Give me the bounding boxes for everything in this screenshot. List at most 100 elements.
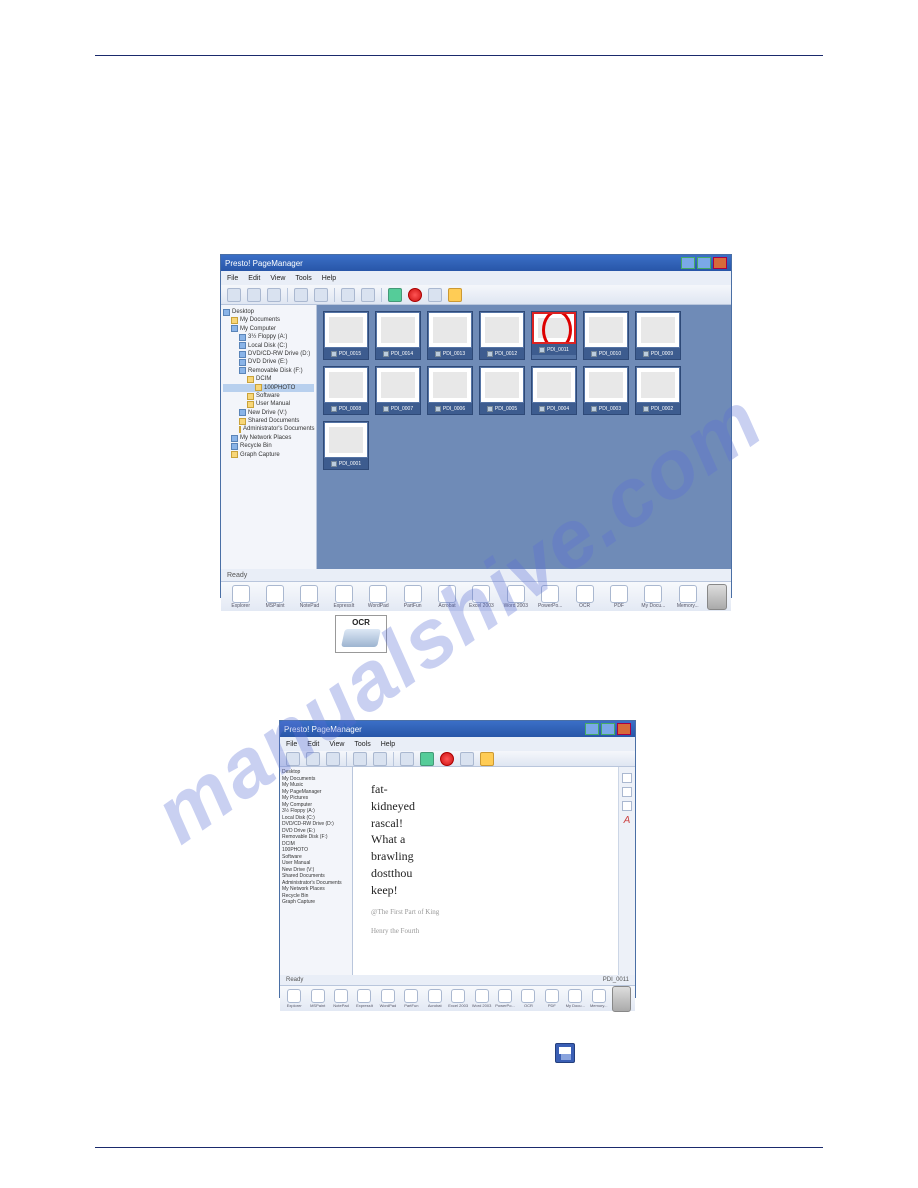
export-icon[interactable] [388,288,402,302]
app-button[interactable]: OCR [569,585,600,609]
tree-node[interactable]: User Manual [223,400,314,408]
app-button[interactable]: NotePad [331,989,351,1008]
close-button[interactable] [617,723,631,735]
tree-node[interactable]: New Drive (V:) [223,409,314,417]
app-button[interactable]: Memory... [672,585,703,609]
tree-node[interactable]: Local Disk (C:) [223,342,314,350]
help-icon[interactable] [448,288,462,302]
menu-tools[interactable]: Tools [354,741,370,748]
tree-node[interactable]: My Documents [223,316,314,324]
folder-tree[interactable]: DesktopMy DocumentsMy MusicMy PageManage… [280,767,353,975]
hand-tool-icon[interactable] [622,801,632,811]
app-button[interactable]: Acrobat [431,585,462,609]
menu-view[interactable]: View [270,275,285,282]
record-icon[interactable] [440,752,454,766]
thumbnail[interactable]: PDI_0009 [635,311,681,360]
app-button[interactable]: My Docu... [565,989,585,1008]
app-button[interactable]: WordPad [363,585,394,609]
thumbnail[interactable]: PDI_0007 [375,366,421,415]
select-tool-icon[interactable] [622,787,632,797]
help-icon[interactable] [480,752,494,766]
app-button[interactable]: ExpressIt [354,989,374,1008]
export-icon[interactable] [420,752,434,766]
app-button[interactable]: MSPaint [307,989,327,1008]
arrow-tool-icon[interactable] [622,773,632,783]
print-icon[interactable] [460,752,474,766]
tree-node[interactable]: Shared Documents [223,417,314,425]
thumbnail[interactable]: PDI_0005 [479,366,525,415]
minimize-button[interactable] [585,723,599,735]
app-button[interactable]: Memory... [588,989,608,1008]
app-button[interactable]: My Docu... [638,585,669,609]
tree-node[interactable]: 100PHOTO [223,384,314,392]
thumbnail[interactable]: PDI_0001 [323,421,369,470]
menu-help[interactable]: Help [322,275,336,282]
rotate-icon[interactable] [400,752,414,766]
maximize-button[interactable] [697,257,711,269]
scan-icon[interactable] [306,752,320,766]
tree-node[interactable]: DVD/CD-RW Drive (D:) [223,350,314,358]
tree-node[interactable]: Recycle Bin [223,442,314,450]
acquire-icon[interactable] [326,752,340,766]
menu-view[interactable]: View [329,741,344,748]
tree-node[interactable]: DCIM [223,375,314,383]
thumbnail[interactable]: PDI_0013 [427,311,473,360]
record-icon[interactable] [408,288,422,302]
zoom-in-icon[interactable] [294,288,308,302]
app-button[interactable]: Acrobat [425,989,445,1008]
ocr-text-pane[interactable]: fat- kidneyed rascal! What a brawling do… [353,767,619,975]
app-button[interactable]: Word 2003 [500,585,531,609]
tree-node[interactable]: DVD Drive (E:) [223,358,314,366]
app-button[interactable]: OCR [518,989,538,1008]
thumbnail[interactable]: PDI_0003 [583,366,629,415]
minimize-button[interactable] [681,257,695,269]
thumbnail[interactable]: PDI_0012 [479,311,525,360]
trash-icon[interactable] [707,584,727,610]
app-button[interactable]: WordPad [378,989,398,1008]
menu-file[interactable]: File [227,275,238,282]
thumbnail[interactable]: PDI_0011 [531,311,577,360]
thumbnail[interactable]: PDI_0002 [635,366,681,415]
thumbnail[interactable]: PDI_0004 [531,366,577,415]
thumbnail[interactable]: PDI_0010 [583,311,629,360]
rotate-icon[interactable] [341,288,355,302]
tree-node[interactable]: Graph Capture [282,899,350,906]
thumbnail[interactable]: PDI_0006 [427,366,473,415]
app-button[interactable]: PDF [603,585,634,609]
app-button[interactable]: Explorer [284,989,304,1008]
tree-node[interactable]: My Network Places [223,434,314,442]
menu-help[interactable]: Help [381,741,395,748]
tree-node[interactable]: Software [223,392,314,400]
close-button[interactable] [713,257,727,269]
thumbnail[interactable]: PDI_0008 [323,366,369,415]
tree-node[interactable]: Removable Disk (F:) [223,367,314,375]
app-button[interactable]: NotePad [294,585,325,609]
menu-file[interactable]: File [286,741,297,748]
acquire-icon[interactable] [267,288,281,302]
app-button[interactable]: Explorer [225,585,256,609]
tree-node[interactable]: Graph Capture [223,451,314,459]
app-button[interactable]: PartFun [401,989,421,1008]
text-tool-icon[interactable]: A [623,815,631,825]
app-button[interactable]: PowerPo... [535,585,566,609]
folder-tree[interactable]: DesktopMy DocumentsMy Computer3½ Floppy … [221,305,317,569]
app-button[interactable]: MSPaint [259,585,290,609]
thumbnail[interactable]: PDI_0015 [323,311,369,360]
menu-edit[interactable]: Edit [248,275,260,282]
zoom-out-icon[interactable] [314,288,328,302]
save-icon[interactable] [286,752,300,766]
print-icon[interactable] [428,288,442,302]
app-button[interactable]: PartFun [397,585,428,609]
zoom-out-icon[interactable] [373,752,387,766]
maximize-button[interactable] [601,723,615,735]
thumbnail[interactable]: PDI_0014 [375,311,421,360]
tree-node[interactable]: Desktop [223,308,314,316]
app-button[interactable]: Excel 2003 [466,585,497,609]
app-button[interactable]: PowerPo... [495,989,515,1008]
menu-tools[interactable]: Tools [295,275,311,282]
app-button[interactable]: PDF [542,989,562,1008]
scan-icon[interactable] [247,288,261,302]
save-icon[interactable] [227,288,241,302]
app-button[interactable]: ExpressIt [328,585,359,609]
tree-node[interactable]: Administrator's Documents [223,425,314,433]
